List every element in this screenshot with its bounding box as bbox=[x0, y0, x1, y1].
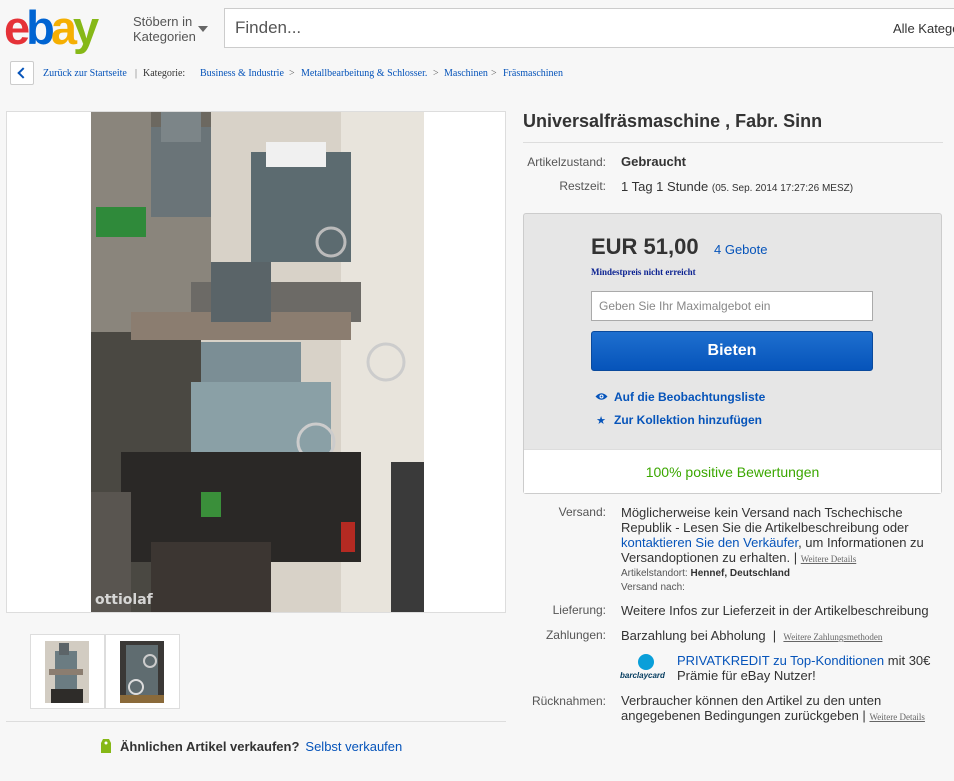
breadcrumb-divider: | bbox=[135, 68, 138, 79]
back-to-home-link[interactable]: Zurück zur Startseite bbox=[43, 68, 127, 79]
shipping-details-link[interactable]: Weitere Details bbox=[801, 554, 857, 564]
location-label: Artikelstandort: bbox=[621, 568, 688, 579]
seller-feedback-strip: 100% positive Bewertungen bbox=[524, 449, 941, 493]
max-bid-input[interactable] bbox=[591, 291, 873, 321]
barclays-eagle-icon bbox=[638, 654, 654, 670]
ships-to-label: Versand nach: bbox=[621, 582, 685, 593]
payment-separator: | bbox=[772, 628, 777, 643]
search-box bbox=[224, 8, 880, 48]
search-input[interactable] bbox=[225, 9, 879, 47]
payment-methods-link[interactable]: Weitere Zahlungsmethoden bbox=[783, 632, 882, 642]
breadcrumb-category-label: Kategorie: bbox=[143, 68, 186, 79]
watchlist-label: Auf die Beobachtungsliste bbox=[614, 390, 766, 404]
condition-value: Gebraucht bbox=[621, 154, 687, 169]
shipping-label: Versand: bbox=[558, 505, 606, 519]
reserve-status: Mindestpreis nicht erreicht bbox=[591, 267, 696, 277]
delivery-label: Lieferung: bbox=[552, 603, 606, 617]
divider bbox=[523, 142, 943, 143]
time-left: 1 Tag 1 Stunde (05. Sep. 2014 17:27:26 M… bbox=[621, 179, 853, 194]
breadcrumb-separator: > bbox=[289, 68, 295, 79]
chevron-left-icon bbox=[17, 67, 29, 79]
shipping-text: Möglicherweise kein Versand nach Tschech… bbox=[621, 505, 909, 535]
sell-question: Ähnlichen Artikel verkaufen? bbox=[120, 739, 300, 754]
current-price: EUR 51,00 bbox=[591, 234, 699, 259]
star-icon: ★ bbox=[596, 415, 606, 427]
barclaycard-logo: barclaycard bbox=[620, 654, 672, 682]
breadcrumb-item-milling[interactable]: Fräsmaschinen bbox=[503, 68, 563, 79]
bid-count-link[interactable]: 4 Gebote bbox=[714, 242, 768, 257]
breadcrumb-item-metal[interactable]: Metallbearbeitung & Schlosser. bbox=[301, 68, 427, 79]
add-to-watchlist-link[interactable]: Auf die Beobachtungsliste bbox=[594, 390, 765, 404]
thumbnail-2[interactable] bbox=[105, 634, 180, 709]
item-photo[interactable]: ottiolaf bbox=[91, 112, 424, 612]
browse-line-1: Stöbern in bbox=[133, 14, 193, 29]
time-left-value: 1 Tag 1 Stunde bbox=[621, 179, 709, 194]
returns-info: Verbraucher können den Artikel zu den un… bbox=[621, 693, 941, 725]
site-header: ebay Stöbern in Kategorien Alle Katego bbox=[0, 0, 954, 56]
location-value: Hennef, Deutschland bbox=[690, 568, 790, 579]
milling-machine-image bbox=[91, 112, 424, 612]
collection-label: Zur Kollektion hinzufügen bbox=[614, 413, 762, 427]
shipping-info: Möglicherweise kein Versand nach Tschech… bbox=[621, 505, 941, 567]
condition-label: Artikelzustand: bbox=[527, 155, 606, 169]
bid-box: EUR 51,00 4 Gebote Mindestpreis nicht er… bbox=[523, 213, 942, 494]
sell-similar: Ähnlichen Artikel verkaufen? Selbst verka… bbox=[100, 738, 402, 754]
returns-value: Verbraucher können den Artikel zu den un… bbox=[621, 693, 882, 723]
breadcrumb-item-machines[interactable]: Maschinen bbox=[444, 68, 488, 79]
breadcrumb-separator: > bbox=[491, 68, 497, 79]
item-location: Artikelstandort: Hennef, Deutschland bbox=[621, 568, 790, 579]
thumbnail-1[interactable] bbox=[30, 634, 105, 709]
payment-value: Barzahlung bei Abholung bbox=[621, 628, 766, 643]
back-button[interactable] bbox=[10, 61, 34, 85]
chevron-down-icon[interactable] bbox=[198, 26, 208, 32]
sell-yourself-link[interactable]: Selbst verkaufen bbox=[305, 739, 402, 754]
add-to-collection-link[interactable]: ★ Zur Kollektion hinzufügen bbox=[594, 413, 762, 427]
private-credit-link[interactable]: PRIVATKREDIT zu Top-Konditionen bbox=[677, 653, 884, 668]
browse-line-2: Kategorien bbox=[133, 29, 196, 44]
ebay-logo[interactable]: ebay bbox=[4, 4, 99, 52]
thumbnail-image bbox=[45, 641, 89, 703]
divider bbox=[6, 721, 506, 722]
main-image-panel[interactable]: ottiolaf bbox=[6, 111, 506, 613]
browse-categories-button[interactable]: Stöbern in Kategorien bbox=[133, 14, 196, 44]
breadcrumb-item-business[interactable]: Business & Industrie bbox=[200, 68, 284, 79]
price-tag-icon bbox=[100, 738, 112, 754]
photo-watermark: ottiolaf bbox=[95, 592, 153, 608]
payment-label: Zahlungen: bbox=[545, 628, 606, 642]
barclaycard-logo-text: barclaycard bbox=[620, 671, 665, 680]
delivery-value: Weitere Infos zur Lieferzeit in der Arti… bbox=[621, 603, 929, 618]
positive-feedback[interactable]: 100% positive Bewertungen bbox=[646, 464, 820, 480]
end-time: (05. Sep. 2014 17:27:26 MESZ) bbox=[711, 183, 854, 194]
returns-details-link[interactable]: Weitere Details bbox=[869, 712, 925, 722]
contact-seller-link[interactable]: kontaktieren Sie den Verkäufer bbox=[621, 535, 798, 550]
item-title: Universalfräsmaschine , Fabr. Sinn bbox=[523, 111, 823, 131]
eye-icon bbox=[594, 392, 608, 404]
bid-button[interactable]: Bieten bbox=[591, 331, 873, 371]
time-left-label: Restzeit: bbox=[559, 179, 606, 193]
credit-offer: PRIVATKREDIT zu Top-Konditionen mit 30€ … bbox=[677, 653, 942, 683]
thumbnail-image bbox=[120, 641, 164, 703]
breadcrumb-separator: > bbox=[433, 68, 439, 79]
category-select[interactable]: Alle Katego bbox=[879, 8, 954, 48]
returns-label: Rücknahmen: bbox=[531, 694, 606, 708]
payment-info: Barzahlung bei Abholung | Weitere Zahlun… bbox=[621, 628, 882, 643]
